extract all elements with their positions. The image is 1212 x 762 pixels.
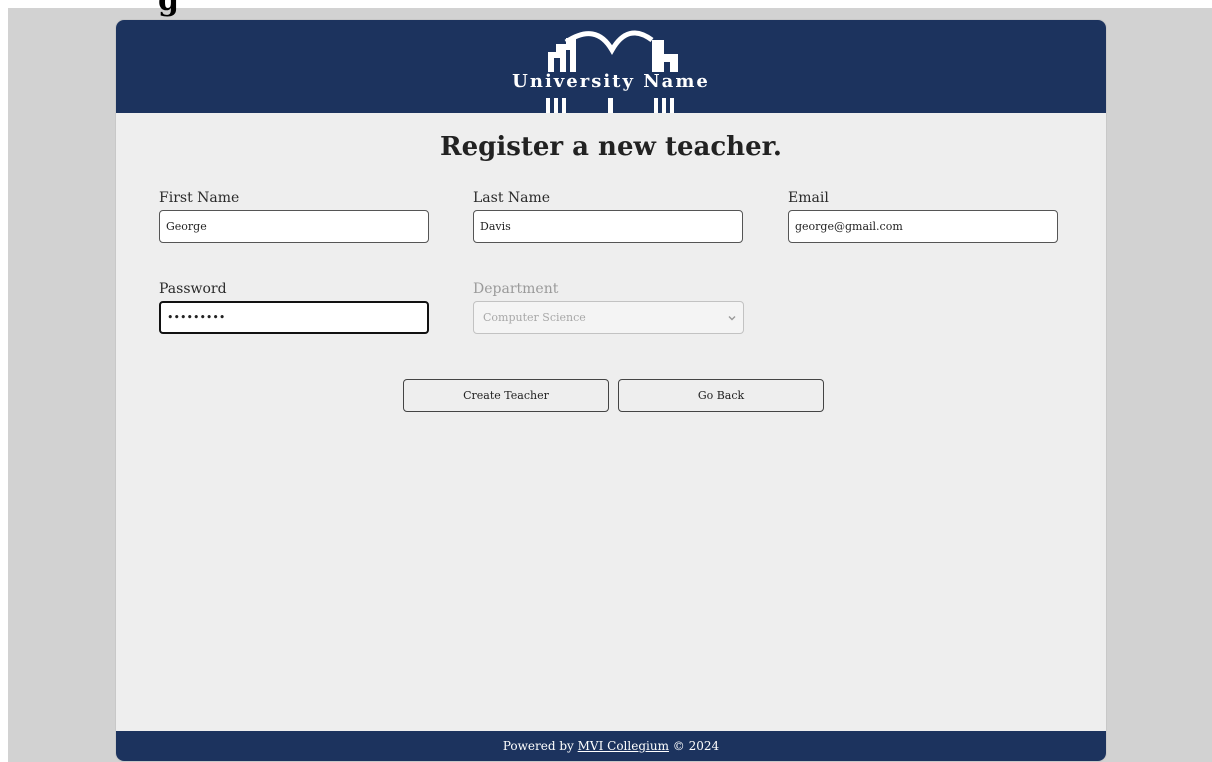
browser-top-strip: g bbox=[0, 0, 1212, 16]
cropped-heading-glyph: g bbox=[158, 0, 179, 18]
footer-collegium-link[interactable]: MVI Collegium bbox=[578, 739, 669, 753]
page-title: Register a new teacher. bbox=[440, 132, 782, 162]
department-label: Department bbox=[473, 281, 559, 297]
app-footer: Powered by MVI Collegium © 2024 bbox=[116, 731, 1106, 761]
password-field: Password bbox=[159, 281, 429, 334]
email-label: Email bbox=[788, 190, 829, 206]
first-name-input[interactable] bbox=[159, 210, 429, 243]
last-name-field: Last Name bbox=[473, 190, 743, 243]
footer-copyright: © 2024 bbox=[672, 739, 720, 753]
first-name-label: First Name bbox=[159, 190, 240, 206]
university-name: University Name bbox=[512, 71, 710, 92]
last-name-input[interactable] bbox=[473, 210, 743, 243]
department-selected-value: Computer Science bbox=[483, 311, 586, 324]
email-field: Email bbox=[788, 190, 1058, 243]
app-header: University Name bbox=[116, 20, 1106, 113]
password-label: Password bbox=[159, 281, 227, 297]
app-card: University Name Register a new teacher. … bbox=[116, 20, 1106, 761]
last-name-label: Last Name bbox=[473, 190, 551, 206]
create-teacher-button[interactable]: Create Teacher bbox=[403, 379, 609, 412]
department-field: Department Computer Science bbox=[473, 281, 744, 334]
chevron-down-icon bbox=[728, 316, 736, 321]
university-logo[interactable]: University Name bbox=[504, 24, 718, 113]
password-input[interactable] bbox=[159, 301, 429, 334]
university-building-logo-icon bbox=[546, 30, 678, 113]
left-gutter bbox=[0, 8, 8, 762]
department-select[interactable]: Computer Science bbox=[473, 301, 744, 334]
footer-prefix: Powered by bbox=[502, 739, 574, 753]
go-back-button[interactable]: Go Back bbox=[618, 379, 824, 412]
first-name-field: First Name bbox=[159, 190, 429, 243]
email-input[interactable] bbox=[788, 210, 1058, 243]
